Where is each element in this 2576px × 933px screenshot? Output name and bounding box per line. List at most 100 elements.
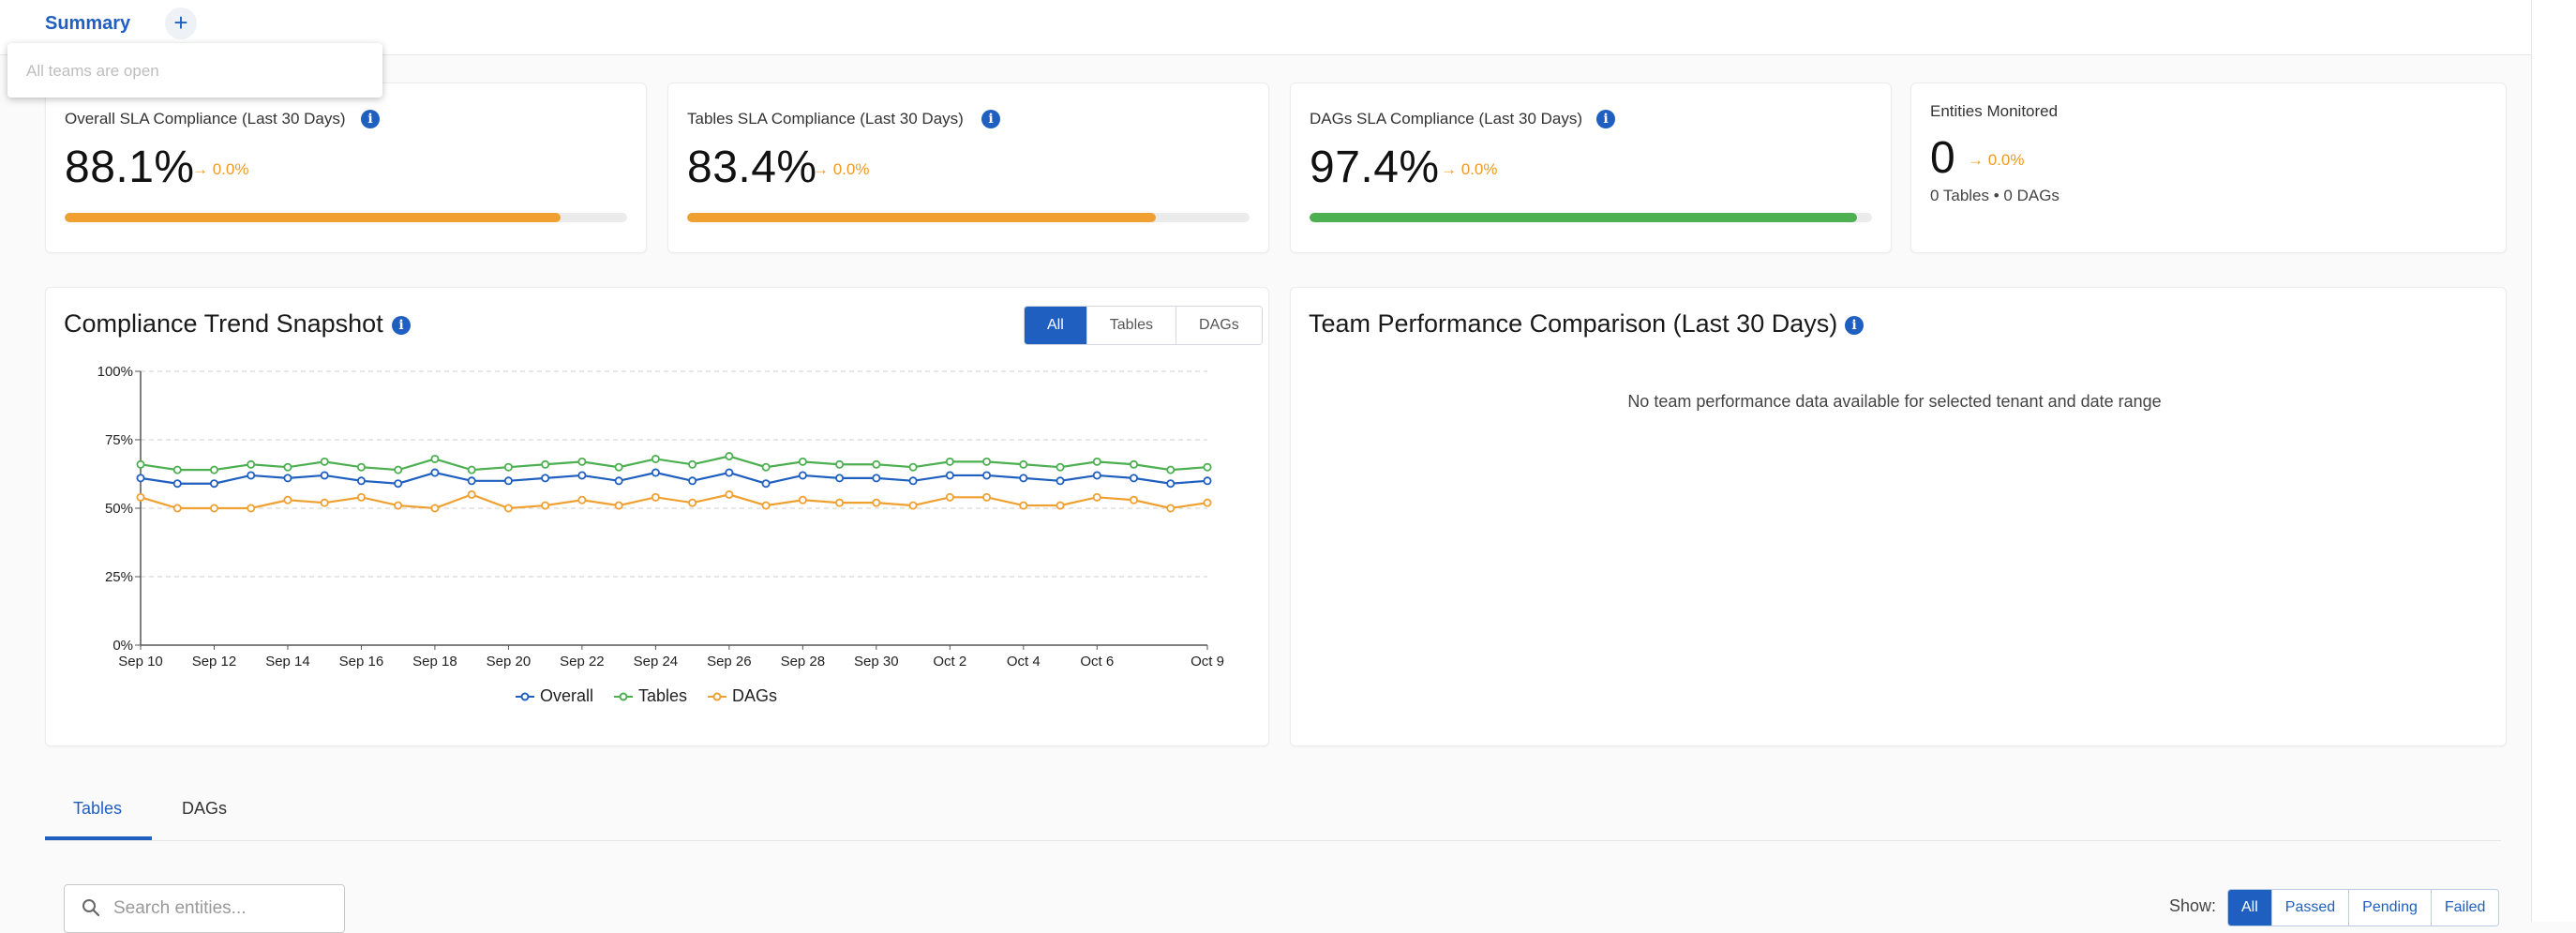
data-point-tables xyxy=(761,462,771,472)
status-filter: All Passed Pending Failed xyxy=(2227,889,2500,926)
data-point-tables xyxy=(172,465,182,474)
progress-fill xyxy=(65,213,561,222)
kpi-trend: → 0.0% xyxy=(813,160,870,178)
right-rail xyxy=(2531,0,2576,922)
data-point-overall xyxy=(614,476,623,486)
data-point-overall xyxy=(651,468,660,477)
data-point-overall xyxy=(467,476,476,486)
team-card xyxy=(1290,287,2507,746)
segment-all[interactable]: All xyxy=(1025,307,1087,344)
data-point-overall xyxy=(1203,476,1212,486)
team-title: Team Performance Comparison (Last 30 Day… xyxy=(1309,309,1838,338)
x-tick-label: Sep 22 xyxy=(560,654,605,670)
segment-control: All Tables DAGs xyxy=(1024,306,1263,345)
kpi-title: Entities Monitored xyxy=(1930,102,2059,120)
legend-label: Tables xyxy=(638,686,688,705)
filter-passed[interactable]: Passed xyxy=(2271,890,2350,925)
data-point-dags xyxy=(247,504,256,513)
data-point-tables xyxy=(1203,462,1212,472)
kpi-subtext: 0 Tables • 0 DAGs xyxy=(1930,187,2059,204)
data-point-tables xyxy=(908,462,918,472)
teams-popover: All teams are open xyxy=(7,43,382,98)
data-point-dags xyxy=(541,501,550,510)
x-tick-label: Oct 4 xyxy=(1007,654,1041,670)
data-point-tables xyxy=(945,457,954,466)
data-point-overall xyxy=(945,471,954,480)
progress-fill xyxy=(1310,213,1858,222)
tab-dags[interactable]: DAGs xyxy=(182,799,227,819)
data-point-overall xyxy=(872,474,881,483)
info-icon[interactable]: i xyxy=(1845,316,1864,335)
data-point-overall xyxy=(1130,474,1139,483)
y-tick-label: 0% xyxy=(112,638,133,654)
popover-text: All teams are open xyxy=(26,62,159,80)
x-tick-label: Sep 10 xyxy=(118,654,163,670)
x-tick-label: Sep 20 xyxy=(487,654,532,670)
data-point-tables xyxy=(1130,459,1139,469)
kpi-title: Overall SLA Compliance (Last 30 Days) xyxy=(65,110,346,128)
data-point-tables xyxy=(725,452,734,461)
x-tick-label: Sep 18 xyxy=(412,654,457,670)
data-point-overall xyxy=(725,468,734,477)
legend-item-overall[interactable]: Overall xyxy=(516,686,593,706)
y-tick-label: 75% xyxy=(105,432,133,448)
y-tick-label: 50% xyxy=(105,501,133,517)
data-point-overall xyxy=(761,479,771,489)
data-point-overall xyxy=(577,471,587,480)
data-point-dags xyxy=(577,495,587,504)
kpi-title: Tables SLA Compliance (Last 30 Days) xyxy=(687,110,964,128)
info-icon[interactable]: i xyxy=(981,110,1000,128)
data-point-tables xyxy=(1019,459,1028,469)
data-point-tables xyxy=(394,465,403,474)
data-point-overall xyxy=(394,479,403,489)
data-point-dags xyxy=(761,501,771,510)
series-line-dags xyxy=(140,493,1208,510)
legend-item-dags[interactable]: DAGs xyxy=(708,686,777,706)
data-point-dags xyxy=(651,492,660,502)
data-point-overall xyxy=(247,471,256,480)
series-line-overall xyxy=(140,471,1208,485)
filter-pending[interactable]: Pending xyxy=(2349,890,2432,925)
entity-tabs: Tables DAGs xyxy=(45,782,2501,841)
data-point-overall xyxy=(320,471,329,480)
filter-failed[interactable]: Failed xyxy=(2431,890,2499,925)
data-point-tables xyxy=(614,462,623,472)
segment-tables[interactable]: Tables xyxy=(1086,307,1177,344)
data-point-tables xyxy=(356,462,366,472)
data-point-dags xyxy=(1056,501,1065,510)
data-point-tables xyxy=(835,459,845,469)
x-tick-label: Sep 16 xyxy=(339,654,384,670)
data-point-overall xyxy=(835,474,845,483)
x-tick-label: Sep 28 xyxy=(781,654,826,670)
data-point-overall xyxy=(209,479,218,489)
info-icon[interactable]: i xyxy=(361,110,380,128)
show-label: Show: xyxy=(2169,896,2217,915)
segment-dags[interactable]: DAGs xyxy=(1176,307,1262,344)
data-point-dags xyxy=(945,492,954,502)
plus-icon[interactable]: + xyxy=(165,8,197,39)
filter-all[interactable]: All xyxy=(2228,890,2272,925)
data-point-dags xyxy=(872,498,881,507)
kpi-value: 0 xyxy=(1930,133,1956,183)
data-point-tables xyxy=(209,465,218,474)
tab-summary[interactable]: Summary xyxy=(45,13,130,35)
tab-tables[interactable]: Tables xyxy=(73,799,122,819)
info-icon[interactable]: i xyxy=(392,316,411,335)
legend-item-tables[interactable]: Tables xyxy=(614,686,687,706)
info-icon[interactable]: i xyxy=(1596,110,1615,128)
legend-label: Overall xyxy=(540,686,594,705)
x-tick-label: Sep 26 xyxy=(707,654,752,670)
kpi-card-overall: Overall SLA Compliance (Last 30 Days) i … xyxy=(45,83,647,253)
data-point-dags xyxy=(1203,498,1212,507)
data-point-overall xyxy=(172,479,182,489)
kpi-card-dags: DAGs SLA Compliance (Last 30 Days) i 97.… xyxy=(1290,83,1892,253)
data-point-dags xyxy=(798,495,807,504)
series-line-tables xyxy=(140,455,1208,472)
data-point-overall xyxy=(283,474,292,483)
data-point-dags xyxy=(908,501,918,510)
data-point-dags xyxy=(1166,504,1176,513)
data-point-tables xyxy=(430,454,440,463)
search-input[interactable]: Search entities... xyxy=(64,884,345,933)
data-point-tables xyxy=(247,459,256,469)
data-point-tables xyxy=(1056,462,1065,472)
